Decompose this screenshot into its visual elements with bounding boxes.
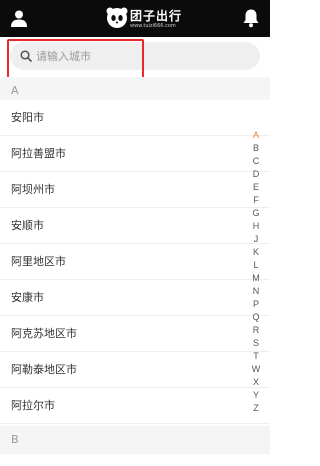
index-letter-n[interactable]: N	[250, 285, 262, 298]
index-letter-d[interactable]: D	[250, 168, 262, 181]
search-area	[0, 37, 270, 77]
index-letter-s[interactable]: S	[250, 337, 262, 350]
index-letter-p[interactable]: P	[250, 298, 262, 311]
city-item[interactable]: 安顺市	[0, 208, 270, 244]
index-letter-z[interactable]: Z	[250, 402, 262, 415]
index-letter-a[interactable]: A	[250, 129, 262, 142]
city-item[interactable]: 阿里地区市	[0, 244, 270, 280]
city-item[interactable]: 安阳市	[0, 100, 270, 136]
index-letter-m[interactable]: M	[250, 272, 262, 285]
index-letter-t[interactable]: T	[250, 350, 262, 363]
search-input[interactable]	[36, 46, 246, 66]
logo-text: 团子出行	[130, 9, 183, 23]
index-letter-j[interactable]: J	[250, 233, 262, 246]
index-letter-y[interactable]: Y	[250, 389, 262, 402]
index-letter-b[interactable]: B	[250, 142, 262, 155]
index-letter-f[interactable]: F	[250, 194, 262, 207]
city-item[interactable]: 阿勒泰地区市	[0, 352, 270, 388]
city-item[interactable]: 阿拉善盟市	[0, 136, 270, 172]
search-box[interactable]	[10, 42, 260, 70]
top-bar: 团子出行 www.tuizi666.com	[0, 0, 270, 37]
index-letter-q[interactable]: Q	[250, 311, 262, 324]
panda-logo-icon	[106, 7, 128, 28]
logo-url: www.tuizi666.com	[130, 23, 176, 29]
index-letter-e[interactable]: E	[250, 181, 262, 194]
city-list: 安阳市 阿拉善盟市 阿坝州市 安顺市 阿里地区市 安康市 阿克苏地区市 阿勒泰地…	[0, 100, 270, 424]
index-letter-h[interactable]: H	[250, 220, 262, 233]
index-letter-w[interactable]: W	[250, 363, 262, 376]
index-letter-k[interactable]: K	[250, 246, 262, 259]
app-logo: 团子出行 www.tuizi666.com	[106, 5, 196, 33]
search-icon	[20, 50, 32, 62]
index-letter-c[interactable]: C	[250, 155, 262, 168]
index-letter-g[interactable]: G	[250, 207, 262, 220]
index-letter-l[interactable]: L	[250, 259, 262, 272]
index-letter-x[interactable]: X	[250, 376, 262, 389]
section-header-b: B	[0, 426, 270, 454]
user-icon[interactable]	[10, 9, 28, 27]
alphabet-index-bar: A B C D E F G H J K L M N P Q R S T W X …	[250, 129, 262, 415]
index-letter-r[interactable]: R	[250, 324, 262, 337]
bell-icon[interactable]	[242, 8, 260, 28]
city-item[interactable]: 阿拉尔市	[0, 388, 270, 424]
city-item[interactable]: 安康市	[0, 280, 270, 316]
city-item[interactable]: 阿坝州市	[0, 172, 270, 208]
city-item[interactable]: 阿克苏地区市	[0, 316, 270, 352]
